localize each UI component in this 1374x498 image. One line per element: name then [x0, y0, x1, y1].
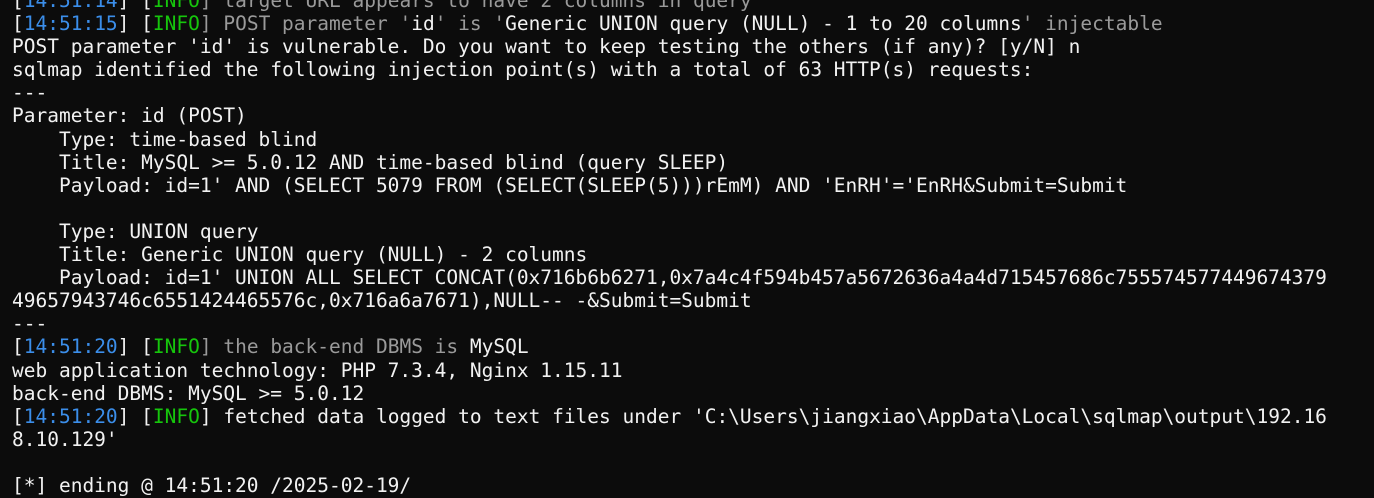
terminal-text-segment: INFO [152, 0, 200, 12]
terminal-text-segment: sqlmap identified the following injectio… [12, 58, 1034, 82]
terminal-text-segment: ] [ [117, 12, 153, 36]
terminal-text-segment: ] POST parameter ' [199, 12, 412, 36]
terminal-text-segment: ' is ' [434, 12, 506, 36]
terminal-text-segment: id [411, 12, 435, 36]
terminal-text-segment: Type: UNION query [12, 219, 259, 243]
terminal-text-segment: --- [12, 312, 48, 336]
terminal-text-segment: INFO [152, 12, 200, 36]
terminal-line: --- [12, 81, 1327, 104]
terminal-text-segment: Parameter: id (POST) [12, 104, 247, 128]
terminal-window[interactable]: [14:51:14] [INFO] target URL appears to … [0, 0, 1374, 498]
terminal-text-segment: 14:51:15 [23, 12, 118, 36]
terminal-line: Title: MySQL >= 5.0.12 AND time-based bl… [12, 151, 1327, 174]
terminal-text-segment: [ [12, 0, 24, 12]
terminal-output: [14:51:14] [INFO] target URL appears to … [12, 0, 1327, 497]
terminal-line: Payload: id=1' AND (SELECT 5079 FROM (SE… [12, 174, 1327, 197]
terminal-line: Payload: id=1' UNION ALL SELECT CONCAT(0… [12, 266, 1327, 289]
terminal-text-segment: Payload: id=1' AND (SELECT 5079 FROM (SE… [12, 173, 1128, 197]
terminal-line: POST parameter 'id' is vulnerable. Do yo… [12, 35, 1327, 58]
terminal-text-segment: --- [12, 81, 48, 105]
terminal-text-segment: [ [12, 335, 24, 359]
terminal-text-segment: [ [12, 404, 24, 428]
terminal-text-segment: ] [ [117, 335, 153, 359]
terminal-text-segment: ' injectable [1021, 12, 1163, 36]
terminal-line: 49657943746c6551424465576c,0x716a6a7671)… [12, 289, 1327, 312]
terminal-text-segment: back-end DBMS: MySQL >= 5.0.12 [12, 381, 365, 405]
terminal-line: sqlmap identified the following injectio… [12, 58, 1327, 81]
terminal-text-segment: 49657943746c6551424465576c,0x716a6a7671)… [12, 289, 752, 313]
terminal-line: [14:51:20] [INFO] fetched data logged to… [12, 405, 1327, 428]
terminal-text-segment: Payload: id=1' UNION ALL SELECT CONCAT(0… [12, 266, 1327, 290]
terminal-text-segment: [*] ending @ 14:51:20 /2025-02-19/ [12, 473, 412, 497]
terminal-text-segment: POST parameter 'id' is vulnerable. Do yo… [12, 35, 1081, 59]
terminal-text-segment: 14:51:20 [23, 335, 118, 359]
terminal-line: [14:51:15] [INFO] POST parameter 'id' is… [12, 12, 1327, 35]
terminal-line: Type: UNION query [12, 220, 1327, 243]
terminal-text-segment: 14:51:14 [23, 0, 118, 12]
terminal-line: [14:51:14] [INFO] target URL appears to … [12, 0, 1327, 12]
terminal-text-segment: ] fetched data logged to text files unde… [199, 404, 705, 428]
terminal-line: web application technology: PHP 7.3.4, N… [12, 359, 1327, 382]
terminal-text-segment: ] [ [117, 0, 153, 12]
terminal-line: --- [12, 312, 1327, 335]
terminal-line: [*] ending @ 14:51:20 /2025-02-19/ [12, 474, 1327, 497]
terminal-line: Parameter: id (POST) [12, 104, 1327, 127]
terminal-text-segment: 8.10.129' [12, 427, 118, 451]
terminal-text-segment: INFO [152, 404, 200, 428]
terminal-text-segment: web application technology: PHP 7.3.4, N… [12, 358, 623, 382]
terminal-text-segment: C:\Users\jiangxiao\AppData\Local\sqlmap\… [704, 404, 1327, 428]
terminal-text-segment: Title: MySQL >= 5.0.12 AND time-based bl… [12, 150, 729, 174]
terminal-line: Title: Generic UNION query (NULL) - 2 co… [12, 243, 1327, 266]
terminal-text-segment: INFO [152, 335, 200, 359]
terminal-line: 8.10.129' [12, 428, 1327, 451]
terminal-text-segment: 14:51:20 [23, 404, 118, 428]
terminal-text-segment: ] the back-end DBMS is [199, 335, 470, 359]
terminal-text-segment: Title: Generic UNION query (NULL) - 2 co… [12, 243, 588, 267]
terminal-text-segment: [ [12, 12, 24, 36]
terminal-line: Type: time-based blind [12, 128, 1327, 151]
terminal-text-segment: Generic UNION query (NULL) - 1 to 20 col… [505, 12, 1022, 36]
terminal-line: [14:51:20] [INFO] the back-end DBMS is M… [12, 335, 1327, 358]
terminal-text-segment: ] target URL appears to have 2 columns i… [199, 0, 752, 12]
terminal-text-segment: ] [ [117, 404, 153, 428]
terminal-line: back-end DBMS: MySQL >= 5.0.12 [12, 382, 1327, 405]
terminal-text-segment: MySQL [469, 335, 529, 359]
terminal-text-segment: Type: time-based blind [12, 127, 318, 151]
